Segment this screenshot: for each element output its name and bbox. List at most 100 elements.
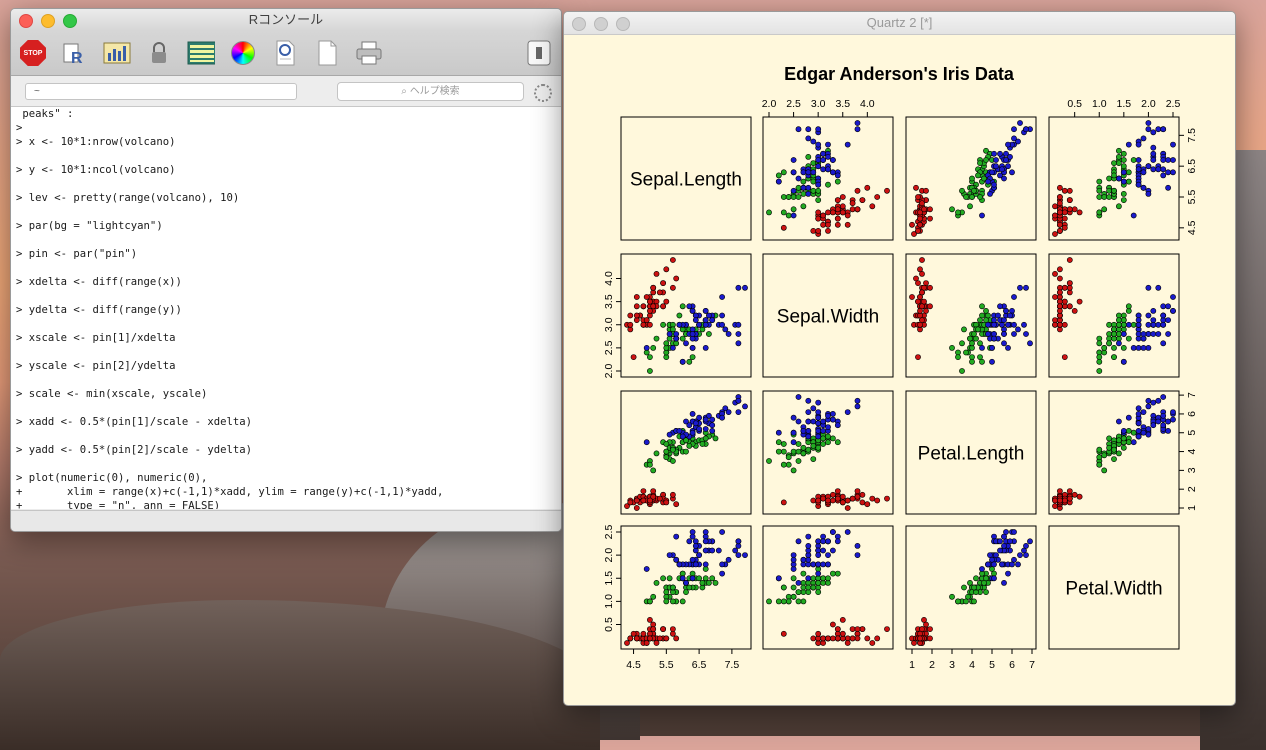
data-point: [673, 501, 680, 508]
console-line: > xdelta <- diff(range(x)): [16, 276, 182, 288]
data-point: [1011, 294, 1017, 300]
data-point: [633, 294, 640, 300]
data-point: [1056, 184, 1063, 191]
new-document-button[interactable]: [313, 39, 341, 67]
data-point: [969, 340, 975, 347]
close-button[interactable]: [572, 17, 586, 31]
data-point: [795, 580, 802, 586]
chart-icon: [103, 42, 131, 64]
data-point: [983, 589, 989, 595]
data-point: [1052, 503, 1058, 509]
data-point: [825, 181, 831, 188]
data-point: [780, 598, 787, 605]
data-point: [795, 418, 802, 425]
data-point: [1001, 340, 1007, 347]
data-point: [679, 598, 686, 605]
data-point: [795, 126, 802, 133]
data-point: [1150, 307, 1157, 314]
data-point: [647, 307, 653, 314]
data-point: [673, 556, 680, 563]
data-point: [854, 488, 861, 494]
data-point: [829, 570, 836, 577]
data-point: [1165, 169, 1171, 176]
data-point: [696, 575, 702, 582]
data-point: [790, 169, 797, 176]
data-point: [997, 538, 1003, 545]
data-point: [679, 358, 686, 365]
quartz-icon: [527, 40, 551, 66]
data-editor-button[interactable]: [187, 39, 215, 67]
close-button[interactable]: [19, 14, 33, 28]
data-point: [1015, 561, 1021, 568]
data-point: [670, 584, 676, 591]
data-point: [815, 580, 822, 586]
stop-button[interactable]: STOP: [19, 39, 47, 67]
data-point: [834, 206, 841, 213]
console-titlebar[interactable]: Rコンソール: [11, 9, 561, 31]
data-point: [673, 335, 680, 342]
data-point: [702, 321, 709, 328]
data-point: [1160, 394, 1167, 400]
data-point: [640, 497, 647, 504]
help-search-field[interactable]: ⌕ ヘルプ検索: [337, 82, 524, 101]
data-point: [1011, 529, 1017, 535]
print-button[interactable]: [355, 39, 383, 67]
x-tick-label: 2.0: [1141, 98, 1156, 110]
authenticate-button[interactable]: [145, 39, 173, 67]
console-output[interactable]: peaks" : > > x <- 10*1:nrow(volcano) > y <-…: [11, 107, 561, 509]
working-directory-field[interactable]: ~: [25, 83, 297, 100]
data-point: [820, 547, 826, 554]
data-point: [1155, 418, 1162, 425]
minimize-button[interactable]: [41, 14, 55, 28]
data-point: [627, 321, 634, 328]
data-point: [790, 429, 797, 436]
data-point: [666, 575, 673, 582]
data-point: [1116, 147, 1122, 154]
new-document-r-button[interactable]: [271, 39, 299, 67]
data-point: [919, 289, 925, 296]
data-point: [790, 206, 797, 213]
data-point: [709, 575, 716, 582]
data-point: [919, 200, 925, 207]
data-point: [775, 172, 782, 179]
console-line: peaks" :: [16, 108, 74, 120]
data-point: [825, 575, 831, 582]
console-line: > ydelta <- diff(range(y)): [16, 304, 182, 316]
data-point: [1056, 275, 1063, 282]
data-point: [643, 566, 650, 572]
console-line: > yadd <- 0.5*(pin[2]/scale - ydelta): [16, 444, 252, 456]
data-point: [927, 626, 933, 632]
data-point: [766, 598, 772, 605]
x-tick-label: 4: [969, 659, 975, 671]
zoom-button[interactable]: [616, 17, 630, 31]
data-point: [805, 409, 812, 415]
quartz-toggle-button[interactable]: [525, 39, 553, 67]
color-picker-button[interactable]: [229, 39, 257, 67]
data-point: [917, 209, 923, 216]
quartz-plot-button[interactable]: [103, 39, 131, 67]
quartz-titlebar[interactable]: Quartz 2 [*]: [564, 12, 1235, 35]
zoom-button[interactable]: [63, 14, 77, 28]
data-point: [702, 547, 709, 554]
data-point: [666, 552, 673, 558]
data-point: [1061, 298, 1068, 305]
data-point: [991, 321, 997, 328]
data-point: [633, 505, 640, 511]
minimize-button[interactable]: [594, 17, 608, 31]
source-script-button[interactable]: R: [61, 39, 89, 67]
data-point: [735, 321, 742, 328]
data-point: [805, 584, 812, 591]
y-tick-label: 4.5: [1186, 220, 1198, 235]
data-point: [647, 617, 653, 623]
data-point: [1116, 437, 1122, 444]
data-point: [1056, 209, 1063, 216]
data-point: [663, 635, 670, 642]
data-point: [1056, 488, 1063, 494]
y-tick-label: 4: [1186, 448, 1198, 454]
data-point: [915, 194, 921, 200]
data-point: [689, 354, 696, 360]
x-tick-label: 2.5: [1166, 98, 1181, 110]
data-point: [709, 317, 716, 323]
